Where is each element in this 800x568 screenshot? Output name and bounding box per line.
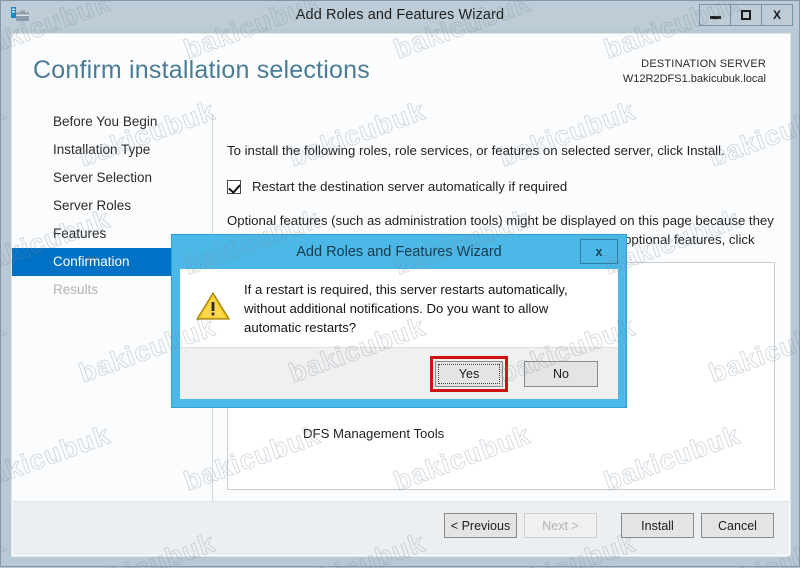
wizard-footer: < Previous Next > Install Cancel <box>13 501 789 555</box>
dialog-footer: Yes No <box>180 347 618 399</box>
dialog-close-icon[interactable]: x <box>580 239 618 264</box>
destination-server-label: DESTINATION SERVER <box>641 58 766 70</box>
sidebar-item-server-selection[interactable]: Server Selection <box>12 164 212 192</box>
sidebar-item-installation-type[interactable]: Installation Type <box>12 136 212 164</box>
destination-server-info: DESTINATION SERVER W12R2DFS1.bakicubuk.l… <box>623 57 766 87</box>
window-controls: X <box>699 4 793 26</box>
footer-buttons: < Previous Next > Install Cancel <box>444 513 774 538</box>
watermark-text: bakicubuk <box>1 95 10 173</box>
yes-button[interactable]: Yes <box>435 361 503 387</box>
next-button: Next > <box>524 513 597 538</box>
maximize-button[interactable] <box>730 4 762 26</box>
no-button[interactable]: No <box>524 361 598 387</box>
page-title: Confirm installation selections <box>33 56 370 84</box>
restart-checkbox-label: Restart the destination server automatic… <box>252 179 568 194</box>
watermark-text: bakicubuk <box>1 311 10 389</box>
watermark-text: bakicubuk <box>1 527 10 568</box>
confirm-restart-dialog: Add Roles and Features Wizard x If a res… <box>171 234 627 408</box>
sidebar-item-server-roles[interactable]: Server Roles <box>12 192 212 220</box>
install-button[interactable]: Install <box>621 513 694 538</box>
window-title: Add Roles and Features Wizard <box>295 7 505 23</box>
list-item: DFS Management Tools <box>303 426 445 441</box>
wizard-window: Add Roles and Features Wizard X Confirm … <box>0 0 800 568</box>
destination-server-name: W12R2DFS1.bakicubuk.local <box>622 73 766 85</box>
previous-button[interactable]: < Previous <box>444 513 517 538</box>
cancel-button[interactable]: Cancel <box>701 513 774 538</box>
minimize-button[interactable] <box>699 4 731 26</box>
dialog-body: If a restart is required, this server re… <box>180 269 618 347</box>
sidebar-item-before-you-begin[interactable]: Before You Begin <box>12 108 212 136</box>
dialog-title: Add Roles and Features Wizard <box>296 244 502 260</box>
close-button[interactable]: X <box>761 4 793 26</box>
warning-triangle-icon <box>195 291 231 326</box>
dialog-message: If a restart is required, this server re… <box>244 281 568 335</box>
restart-checkbox-row[interactable]: Restart the destination server automatic… <box>227 177 783 196</box>
restart-checkbox[interactable] <box>227 179 241 194</box>
yes-button-highlight: Yes <box>430 356 508 392</box>
intro-text: To install the following roles, role ser… <box>227 143 725 158</box>
title-bar: Add Roles and Features Wizard X <box>1 1 799 29</box>
